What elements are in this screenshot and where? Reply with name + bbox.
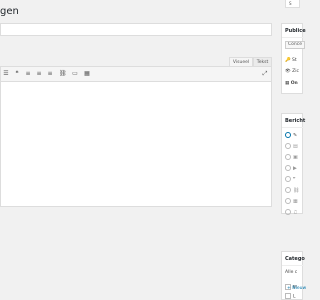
- format-gallery[interactable]: ▦: [285, 198, 298, 205]
- category-item[interactable]: L: [285, 293, 296, 300]
- format-aside[interactable]: ▤: [285, 143, 298, 150]
- tab-visual[interactable]: Visueel: [229, 57, 253, 66]
- toolbar-toggle-icon[interactable]: ▦: [84, 71, 90, 77]
- format-standard[interactable]: ✎: [285, 132, 297, 139]
- blockquote-icon[interactable]: ❝: [14, 71, 20, 77]
- publish-box-title: Publice: [285, 28, 306, 34]
- link-icon[interactable]: ⛓: [59, 71, 67, 77]
- more-tag-icon[interactable]: ▭: [72, 71, 78, 77]
- status-row: 🔑 St: [285, 58, 297, 63]
- visibility-row: 👁 Zic: [285, 69, 299, 74]
- format-box: Bericht ✎ ▤ ▣ ▶ ❞ ⛓ ▦ ♫: [281, 113, 306, 216]
- category-box-title: Catego: [285, 256, 305, 262]
- save-draft-button[interactable]: Conce: [285, 41, 305, 49]
- fullscreen-icon[interactable]: ⤢: [262, 71, 268, 77]
- format-box-title: Bericht: [285, 118, 306, 124]
- format-link[interactable]: ⛓: [285, 187, 299, 194]
- format-audio[interactable]: ♫: [285, 209, 297, 216]
- tab-text[interactable]: Tekst: [253, 57, 272, 66]
- list-icon[interactable]: ☰: [3, 71, 9, 77]
- editor-toolbar: ☰ ❝ ≡ ≡ ≡ ⛓ ▭ ▦ ⤢: [1, 67, 271, 82]
- align-right-icon[interactable]: ≡: [47, 71, 53, 77]
- format-video[interactable]: ▶: [285, 165, 297, 172]
- publish-box: Publice Conce 🔑 St 👁 Zic ▦ On: [281, 23, 306, 94]
- category-tab-all[interactable]: Alle c: [285, 270, 297, 275]
- format-image[interactable]: ▣: [285, 154, 298, 161]
- page-title: gen: [0, 6, 19, 17]
- format-quote[interactable]: ❞: [285, 176, 296, 183]
- align-left-icon[interactable]: ≡: [25, 71, 31, 77]
- add-category-link[interactable]: + Nieuw: [287, 286, 306, 291]
- screen-options-button[interactable]: S: [285, 0, 300, 8]
- schedule-row: ▦ On: [285, 81, 298, 86]
- category-box: Catego Alle c M L: [281, 251, 305, 300]
- align-center-icon[interactable]: ≡: [36, 71, 42, 77]
- editor-area[interactable]: ☰ ❝ ≡ ≡ ≡ ⛓ ▭ ▦ ⤢: [0, 66, 272, 207]
- post-title-input[interactable]: [0, 23, 272, 36]
